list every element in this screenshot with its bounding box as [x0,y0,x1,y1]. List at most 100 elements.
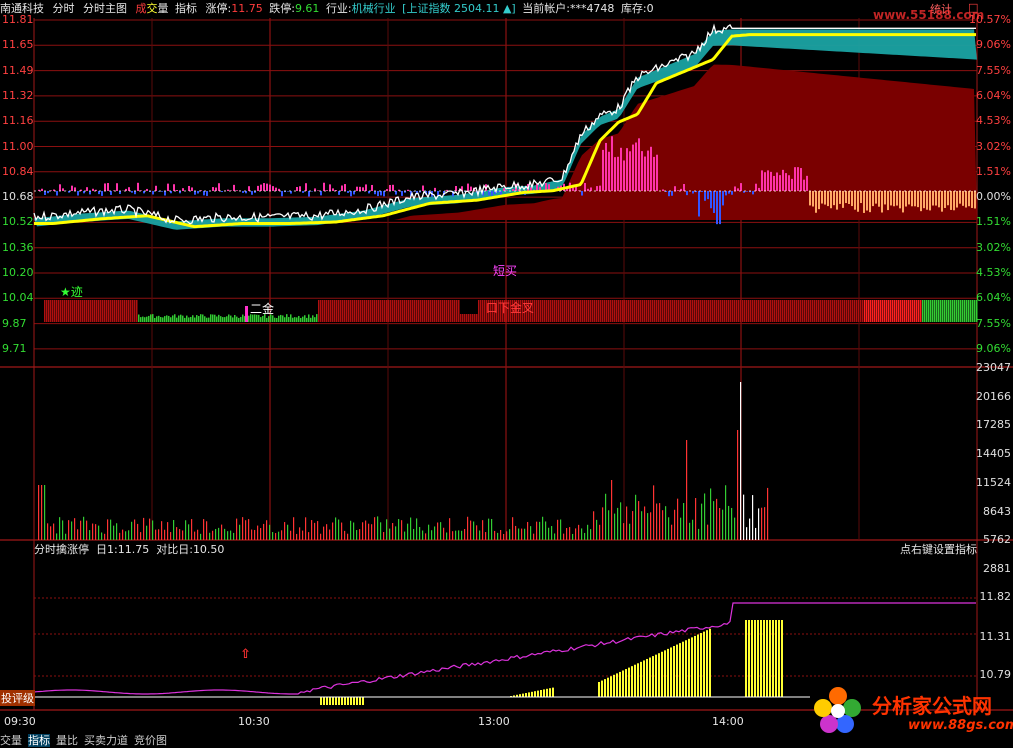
macd-bar [251,191,253,195]
bottom-tab[interactable]: 量比 [56,734,78,747]
intraday-chart[interactable] [0,0,1013,744]
macd-bar [953,191,955,210]
percent-tick: 4.53% [976,114,1011,127]
meter-bar [900,300,902,322]
volume-bar [542,517,543,540]
macd-bar [434,188,436,191]
volume-bar [65,534,66,540]
volume-bar [161,521,162,540]
meter-bar [480,300,482,322]
volume-bar [485,532,486,540]
volume-tick: 5762 [983,533,1011,546]
macd-bar [671,191,673,196]
meter-bar [572,300,574,322]
volume-bar [728,506,729,540]
macd-bar [326,190,328,191]
meter-bar [134,300,136,322]
volume-bar [125,531,126,540]
sub-bar-up [766,620,768,697]
meter-bar [74,300,76,322]
volume-bar [359,529,360,540]
volume-bar [578,525,579,540]
macd-bar [341,185,343,191]
meter-bar [312,315,314,322]
volume-bar [686,440,687,540]
meter-bar [940,300,942,322]
macd-bar [44,191,46,195]
meter-bar [590,300,592,322]
meter-bar [832,300,834,322]
macd-bar [389,185,391,191]
macd-bar [269,185,271,191]
macd-bar [590,187,592,191]
meter-bar [204,316,206,322]
meter-bar [242,315,244,322]
volume-bar [128,530,129,540]
volume-bar [707,525,708,540]
macd-bar [866,191,868,211]
meter-bar [210,314,212,322]
volume-bar [590,529,591,540]
volume-bar [419,527,420,540]
annotation-kaipan: 口下金叉 [486,299,534,316]
macd-bar [320,191,322,195]
bottom-tab[interactable]: 买卖力道 [84,734,128,747]
macd-bar [98,191,100,194]
meter-bar [680,300,682,322]
meter-bar [766,300,768,322]
meter-bar [236,317,238,322]
volume-bar [650,512,651,540]
rating-button[interactable]: 投评级 [0,690,35,706]
meter-bar [840,300,842,322]
macd-bar [908,191,910,204]
meter-bar [726,300,728,322]
meter-bar [146,317,148,322]
meter-bar [60,300,62,322]
bottom-tab[interactable]: 指标 [28,734,50,747]
meter-bar [870,300,872,322]
meter-bar [660,300,662,322]
meter-bar [450,300,452,322]
volume-bar [101,532,102,540]
meter-bar [854,300,856,322]
macd-bar [608,152,610,191]
meter-bar [920,300,922,322]
meter-bar [154,318,156,322]
meter-bar [76,300,78,322]
sub-bar-up [658,653,660,697]
meter-bar [562,300,564,322]
bottom-tab[interactable]: 竞价图 [134,734,167,747]
meter-bar [540,300,542,322]
volume-bar [197,530,198,540]
meter-bar [912,300,914,322]
sub-panel-hint[interactable]: 点右键设置指标 [900,541,977,557]
bottom-tab[interactable]: 交量 [0,734,22,747]
meter-bar [58,300,60,322]
meter-bar [732,300,734,322]
macd-bar [860,191,862,203]
meter-bar [288,317,290,322]
sub-bar-down [341,697,343,705]
meter-bar [216,316,218,322]
volume-bar [476,525,477,540]
meter-bar [772,300,774,322]
volume-tick: 14405 [976,447,1011,460]
macd-bar [407,190,409,191]
meter-bar [428,300,430,322]
macd-bar [467,184,469,191]
meter-bar [780,300,782,322]
sub-bar-down [335,697,337,705]
macd-bar [821,191,823,204]
sub-bar-up [619,672,621,697]
meter-bar [116,300,118,322]
macd-bar [923,191,925,208]
macd-bar [59,184,61,191]
meter-bar [454,300,456,322]
volume-bar [500,530,501,540]
volume-tick: 20166 [976,390,1011,403]
volume-bar [332,522,333,540]
macd-bar [884,191,886,204]
macd-bar [233,185,235,191]
volume-bar [140,532,141,540]
meter-bar [954,300,956,322]
